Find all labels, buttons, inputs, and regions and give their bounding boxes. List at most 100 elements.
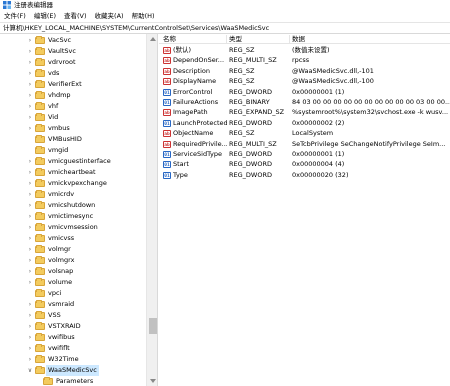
tree-item[interactable]: › VacSvc xyxy=(0,35,146,46)
value-data: LocalSystem xyxy=(292,129,334,138)
tree-item[interactable]: › vmickvpexchange xyxy=(0,178,146,189)
column-separator[interactable] xyxy=(226,35,227,43)
chevron-right-icon[interactable]: › xyxy=(26,310,34,321)
value-row[interactable]: 01 Type REG_DWORD 0x00000020 (32) xyxy=(159,170,450,180)
chevron-right-icon[interactable]: › xyxy=(26,244,34,255)
chevron-right-icon[interactable]: › xyxy=(26,200,34,211)
tree-item-label: WaaSMedicSvc xyxy=(46,365,99,376)
tree-item[interactable]: › vdrvroot xyxy=(0,57,146,68)
tree-item-label: VerifierExt xyxy=(48,80,82,88)
tree-item[interactable]: › vmicheartbeat xyxy=(0,167,146,178)
tree-scrollbar[interactable] xyxy=(146,34,157,386)
tree-item[interactable]: › vmbus xyxy=(0,123,146,134)
tree-item[interactable]: › VSTXRAID xyxy=(0,321,146,332)
value-row[interactable]: ab (默认) REG_SZ (数值未设置) xyxy=(159,45,450,55)
value-row[interactable]: ab ImagePath REG_EXPAND_SZ %systemroot%\sys… xyxy=(159,107,450,117)
chevron-right-icon[interactable]: › xyxy=(26,299,34,310)
tree-item[interactable]: › vmicguestinterface xyxy=(0,156,146,167)
chevron-right-icon[interactable]: › xyxy=(26,321,34,332)
value-row[interactable]: 01 Start REG_DWORD 0x00000004 (4) xyxy=(159,159,450,169)
tree-item[interactable]: › VerifierExt xyxy=(0,79,146,90)
tree-item[interactable]: › volsnap xyxy=(0,266,146,277)
tree-item[interactable]: › W32Time xyxy=(0,354,146,365)
chevron-right-icon[interactable]: › xyxy=(26,332,34,343)
value-row[interactable]: 01 ServiceSidType REG_DWORD 0x00000001 (1) xyxy=(159,149,450,159)
value-row[interactable]: ab Description REG_SZ @WaaSMedicSvc.dll,-10… xyxy=(159,66,450,76)
tree-item[interactable]: › vhf xyxy=(0,101,146,112)
chevron-right-icon[interactable]: › xyxy=(26,178,34,189)
tree-item[interactable]: Parameters xyxy=(0,376,146,386)
chevron-down-icon[interactable]: ∨ xyxy=(26,365,34,376)
folder-icon xyxy=(35,289,45,297)
folder-icon xyxy=(35,278,45,286)
value-row[interactable]: 01 FailureActions REG_BINARY 84 03 00 00 00… xyxy=(159,97,450,107)
chevron-right-icon[interactable]: › xyxy=(26,222,34,233)
tree-item[interactable]: › volmgrx xyxy=(0,255,146,266)
value-data: %systemroot%\system32\svchost.exe -k wus… xyxy=(292,108,449,117)
chevron-right-icon[interactable]: › xyxy=(26,255,34,266)
chevron-right-icon[interactable]: › xyxy=(26,354,34,365)
value-row[interactable]: 01 LaunchProtected REG_DWORD 0x00000002 (2) xyxy=(159,118,450,128)
value-row[interactable]: ab ObjectName REG_SZ LocalSystem xyxy=(159,128,450,138)
tree-item[interactable]: › VSS xyxy=(0,310,146,321)
chevron-right-icon[interactable]: › xyxy=(26,123,34,134)
tree-item[interactable]: vpci xyxy=(0,288,146,299)
tree-item[interactable]: ∨ WaaSMedicSvc xyxy=(0,365,146,376)
chevron-right-icon[interactable]: › xyxy=(26,277,34,288)
column-data-header[interactable]: 数据 xyxy=(292,34,305,44)
chevron-right-icon[interactable]: › xyxy=(26,68,34,79)
chevron-right-icon[interactable]: › xyxy=(26,167,34,178)
chevron-right-icon[interactable]: › xyxy=(26,90,34,101)
chevron-right-icon[interactable]: › xyxy=(26,266,34,277)
value-type: REG_MULTI_SZ xyxy=(229,56,277,65)
tree-item[interactable]: › volume xyxy=(0,277,146,288)
folder-icon xyxy=(35,300,45,308)
tree-item[interactable]: › vwififlt xyxy=(0,343,146,354)
column-type-header[interactable]: 类型 xyxy=(229,34,242,44)
menu-help[interactable]: 帮助(H) xyxy=(132,10,155,22)
tree-item[interactable]: › vds xyxy=(0,68,146,79)
tree-item[interactable]: vmgid xyxy=(0,145,146,156)
chevron-right-icon[interactable]: › xyxy=(26,233,34,244)
tree-item[interactable]: › vmicvmsession xyxy=(0,222,146,233)
tree-item[interactable]: › vmictimesync xyxy=(0,211,146,222)
tree-item[interactable]: › Vid xyxy=(0,112,146,123)
chevron-right-icon[interactable]: › xyxy=(26,57,34,68)
tree-item[interactable]: › vmicshutdown xyxy=(0,200,146,211)
scroll-down-icon[interactable] xyxy=(150,379,156,383)
chevron-right-icon[interactable]: › xyxy=(26,112,34,123)
folder-icon xyxy=(35,124,45,132)
value-row[interactable]: ab DependOnSer... REG_MULTI_SZ rpcss xyxy=(159,55,450,65)
tree-item[interactable]: › vwifibus xyxy=(0,332,146,343)
scroll-thumb[interactable] xyxy=(149,318,157,334)
scroll-up-icon[interactable] xyxy=(150,37,156,41)
value-row[interactable]: ab DisplayName REG_SZ @WaaSMedicSvc.dll,-10… xyxy=(159,76,450,86)
menu-favorites[interactable]: 收藏夹(A) xyxy=(95,10,124,22)
tree-item[interactable]: › vsmraid xyxy=(0,299,146,310)
chevron-right-icon[interactable]: › xyxy=(26,101,34,112)
tree-item[interactable]: › vhdmp xyxy=(0,90,146,101)
menu-view[interactable]: 查看(V) xyxy=(64,10,87,22)
value-name: (默认) xyxy=(173,46,192,54)
menu-file[interactable]: 文件(F) xyxy=(4,10,26,22)
value-row[interactable]: 01 ErrorControl REG_DWORD 0x00000001 (1) xyxy=(159,87,450,97)
chevron-right-icon[interactable]: › xyxy=(26,46,34,57)
tree-item[interactable]: › vmicrdv xyxy=(0,189,146,200)
column-name-header[interactable]: 名称 xyxy=(163,34,176,44)
chevron-right-icon[interactable]: › xyxy=(26,156,34,167)
tree-item[interactable]: › volmgr xyxy=(0,244,146,255)
tree-item[interactable]: › VaultSvc xyxy=(0,46,146,57)
tree-item[interactable]: › vmicvss xyxy=(0,233,146,244)
value-row[interactable]: ab RequiredPrivile... REG_MULTI_SZ SeTcbPri… xyxy=(159,139,450,149)
chevron-right-icon[interactable]: › xyxy=(26,79,34,90)
menu-edit[interactable]: 编辑(E) xyxy=(34,10,56,22)
chevron-right-icon[interactable]: › xyxy=(26,35,34,46)
chevron-right-icon[interactable]: › xyxy=(26,189,34,200)
column-separator[interactable] xyxy=(289,35,290,43)
chevron-right-icon[interactable]: › xyxy=(26,343,34,354)
value-name: LaunchProtected xyxy=(173,118,227,127)
tree-item[interactable]: VMBusHID xyxy=(0,134,146,145)
address-bar[interactable]: 计算机\HKEY_LOCAL_MACHINE\SYSTEM\CurrentCon… xyxy=(0,22,450,34)
value-type: REG_DWORD xyxy=(229,170,272,179)
chevron-right-icon[interactable]: › xyxy=(26,211,34,222)
